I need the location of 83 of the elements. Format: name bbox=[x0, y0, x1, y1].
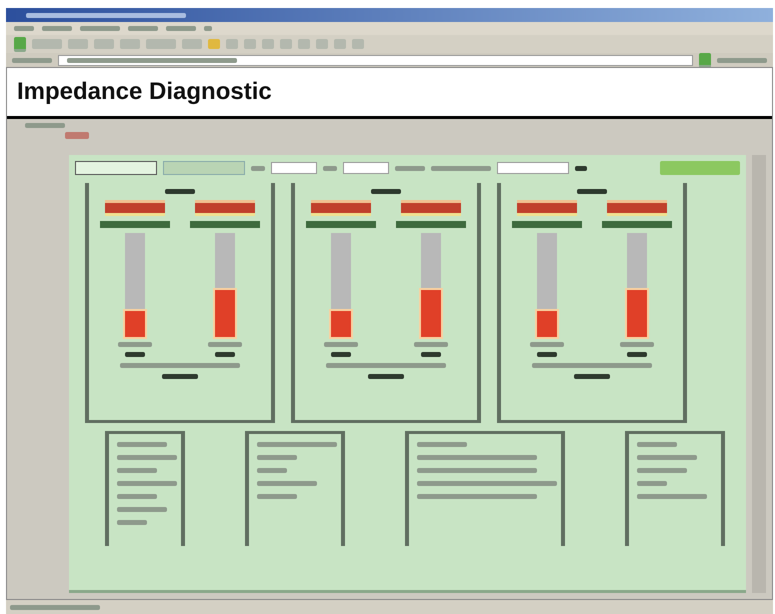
text-line bbox=[165, 189, 195, 194]
status-indicator bbox=[105, 200, 165, 216]
status-indicator bbox=[100, 221, 170, 228]
text-line bbox=[637, 442, 677, 447]
text-line bbox=[215, 352, 235, 357]
text-line bbox=[117, 468, 157, 473]
toolbar-icon[interactable] bbox=[32, 39, 62, 49]
text-line bbox=[620, 342, 654, 347]
dropdown[interactable] bbox=[497, 162, 569, 174]
text-line bbox=[162, 374, 198, 379]
text-line bbox=[257, 481, 317, 486]
address-field[interactable] bbox=[58, 54, 693, 66]
toolbar-icon[interactable] bbox=[262, 39, 274, 49]
input-field[interactable] bbox=[271, 162, 317, 174]
toolbar-icon[interactable] bbox=[182, 39, 202, 49]
toolbar-icon[interactable] bbox=[68, 39, 88, 49]
text-line bbox=[530, 342, 564, 347]
text-line bbox=[577, 189, 607, 194]
text-line bbox=[368, 374, 404, 379]
toolbar-icon[interactable] bbox=[120, 39, 140, 49]
status-indicator bbox=[306, 221, 376, 228]
text-line bbox=[117, 520, 147, 525]
text-line bbox=[627, 352, 647, 357]
text-line bbox=[166, 26, 196, 31]
status-indicator bbox=[602, 221, 672, 228]
text-line bbox=[574, 374, 610, 379]
text-line bbox=[257, 468, 287, 473]
text-line bbox=[117, 494, 157, 499]
status-indicator bbox=[607, 200, 667, 216]
text-line bbox=[42, 26, 72, 31]
text-line bbox=[431, 166, 491, 170]
text-line bbox=[417, 442, 467, 447]
text-line bbox=[414, 342, 448, 347]
toolbar-icon[interactable] bbox=[244, 39, 256, 49]
text-line bbox=[717, 58, 767, 62]
status-indicator bbox=[517, 200, 577, 216]
text-line bbox=[323, 166, 337, 170]
toolbar-icon[interactable] bbox=[280, 39, 292, 49]
toolbar-icon[interactable] bbox=[146, 39, 176, 49]
page-title: Impedance Diagnostic bbox=[17, 78, 272, 106]
toolbar-icon[interactable] bbox=[352, 39, 364, 49]
text-line bbox=[637, 481, 667, 486]
text-line bbox=[128, 26, 158, 31]
text-line bbox=[537, 352, 557, 357]
text-line bbox=[257, 494, 297, 499]
status-indicator bbox=[512, 221, 582, 228]
text-line bbox=[421, 352, 441, 357]
status-indicator bbox=[195, 200, 255, 216]
status-indicator bbox=[190, 221, 260, 228]
text-line bbox=[117, 455, 177, 460]
text-line bbox=[395, 166, 425, 170]
text-line bbox=[14, 26, 34, 31]
text-line bbox=[25, 123, 65, 128]
text-line bbox=[12, 58, 52, 62]
toolbar-icon[interactable] bbox=[94, 39, 114, 49]
text-line bbox=[251, 166, 265, 170]
status-indicator bbox=[396, 221, 466, 228]
toolbar-icon[interactable] bbox=[334, 39, 346, 49]
text-line bbox=[117, 507, 167, 512]
text-line bbox=[637, 494, 707, 499]
text-line bbox=[208, 342, 242, 347]
text-line bbox=[80, 26, 120, 31]
text-line bbox=[331, 352, 351, 357]
toolbar-icon[interactable] bbox=[298, 39, 310, 49]
text-line bbox=[637, 468, 687, 473]
input-field[interactable] bbox=[343, 162, 389, 174]
text-line bbox=[637, 455, 697, 460]
text-line bbox=[117, 442, 167, 447]
action-button[interactable] bbox=[660, 161, 740, 175]
toolbar-icon[interactable] bbox=[316, 39, 328, 49]
text-line bbox=[257, 455, 297, 460]
text-line bbox=[125, 352, 145, 357]
text-line bbox=[117, 481, 177, 486]
status-indicator bbox=[311, 200, 371, 216]
text-line bbox=[324, 342, 358, 347]
text-line bbox=[118, 342, 152, 347]
text-line bbox=[575, 166, 587, 170]
text-line bbox=[204, 26, 212, 31]
text-line bbox=[371, 189, 401, 194]
tree-item[interactable] bbox=[65, 132, 89, 139]
toolbar-icon[interactable] bbox=[226, 39, 238, 49]
tab[interactable] bbox=[75, 161, 157, 175]
status-indicator bbox=[401, 200, 461, 216]
